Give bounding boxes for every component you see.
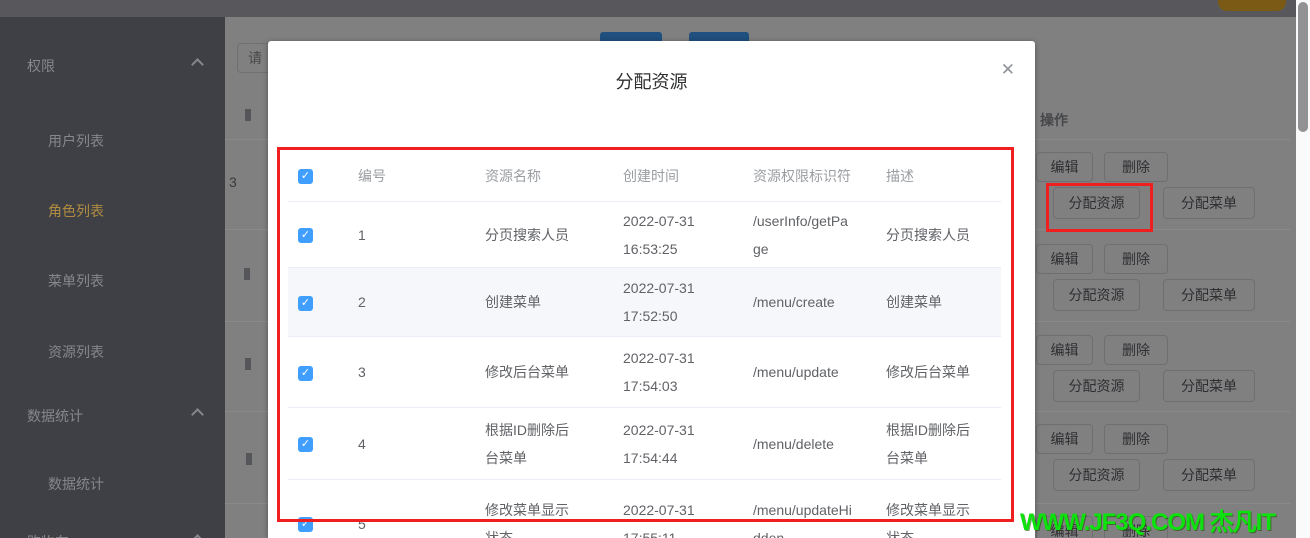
query-button-fragment[interactable] [600, 32, 662, 41]
scrollbar-thumb[interactable] [1298, 2, 1308, 132]
sidebar-item-user-list[interactable]: 用户列表 [48, 131, 104, 151]
row-divider [1035, 139, 1290, 140]
row-divider [1035, 321, 1290, 322]
sidebar-item-resource-list[interactable]: 资源列表 [48, 342, 104, 362]
row-divider [225, 229, 268, 230]
assign-menu-button[interactable]: 分配菜单 [1163, 187, 1255, 219]
sidebar-item-statistics[interactable]: 数据统计 [48, 474, 104, 494]
highlight-box-table [277, 147, 1014, 522]
row-divider [1035, 411, 1290, 412]
chevron-up-icon [191, 408, 204, 421]
text-fragment [245, 109, 251, 121]
edit-button[interactable]: 编辑 [1036, 335, 1093, 365]
delete-button[interactable]: 删除 [1104, 244, 1168, 274]
search-input-placeholder-fragment: 请 [248, 50, 262, 66]
text-fragment [245, 358, 251, 370]
chevron-up-icon [191, 58, 204, 71]
delete-button[interactable]: 删除 [1104, 335, 1168, 365]
table-column-header-actions: 操作 [1040, 112, 1068, 128]
topbar-button-fragment[interactable] [1218, 0, 1286, 11]
sidebar-group-statistics[interactable]: 数据统计 [27, 406, 83, 426]
assign-menu-button[interactable]: 分配菜单 [1163, 459, 1255, 491]
assign-menu-button[interactable]: 分配菜单 [1163, 370, 1255, 402]
assign-resource-button[interactable]: 分配资源 [1053, 370, 1140, 402]
text-fragment [246, 453, 252, 465]
delete-button[interactable]: 删除 [1104, 152, 1168, 182]
scrollbar-track[interactable] [1296, 0, 1310, 538]
screen: 请 操作 3 编辑 删除 分配资源 分配菜单 编辑 删除 分配资源 分配菜单 编… [0, 0, 1310, 538]
row-divider [225, 503, 268, 504]
chevron-up-icon [191, 534, 204, 538]
dialog-title: 分配资源 [615, 72, 688, 92]
delete-button[interactable]: 删除 [1104, 424, 1168, 454]
sidebar-item-role-list[interactable]: 角色列表 [48, 201, 104, 221]
sidebar-group-permissions[interactable]: 权限 [27, 56, 55, 76]
text-fragment [244, 268, 250, 280]
assign-menu-button[interactable]: 分配菜单 [1163, 279, 1255, 311]
edit-button[interactable]: 编辑 [1036, 244, 1093, 274]
assign-resource-button[interactable]: 分配资源 [1053, 459, 1140, 491]
highlight-box-assign-resource [1046, 183, 1153, 232]
row-divider [225, 139, 268, 140]
search-input[interactable]: 请 [237, 43, 271, 73]
edit-button[interactable]: 编辑 [1036, 152, 1093, 182]
edit-button[interactable]: 编辑 [1036, 424, 1093, 454]
topbar [0, 0, 1310, 17]
add-button-fragment[interactable] [689, 32, 749, 41]
sidebar: 权限 用户列表 角色列表 菜单列表 资源列表 数据统计 数据统计 购物车 [0, 17, 225, 538]
watermark: WWW.JF3Q.COM 杰凡IT [1020, 509, 1276, 536]
row-number-fragment: 3 [229, 174, 237, 190]
sidebar-group-cart[interactable]: 购物车 [27, 532, 69, 538]
sidebar-item-menu-list[interactable]: 菜单列表 [48, 271, 104, 291]
close-icon[interactable]: ✕ [1001, 61, 1015, 78]
assign-resource-button[interactable]: 分配资源 [1053, 279, 1140, 311]
row-divider [225, 411, 268, 412]
row-divider [225, 321, 268, 322]
